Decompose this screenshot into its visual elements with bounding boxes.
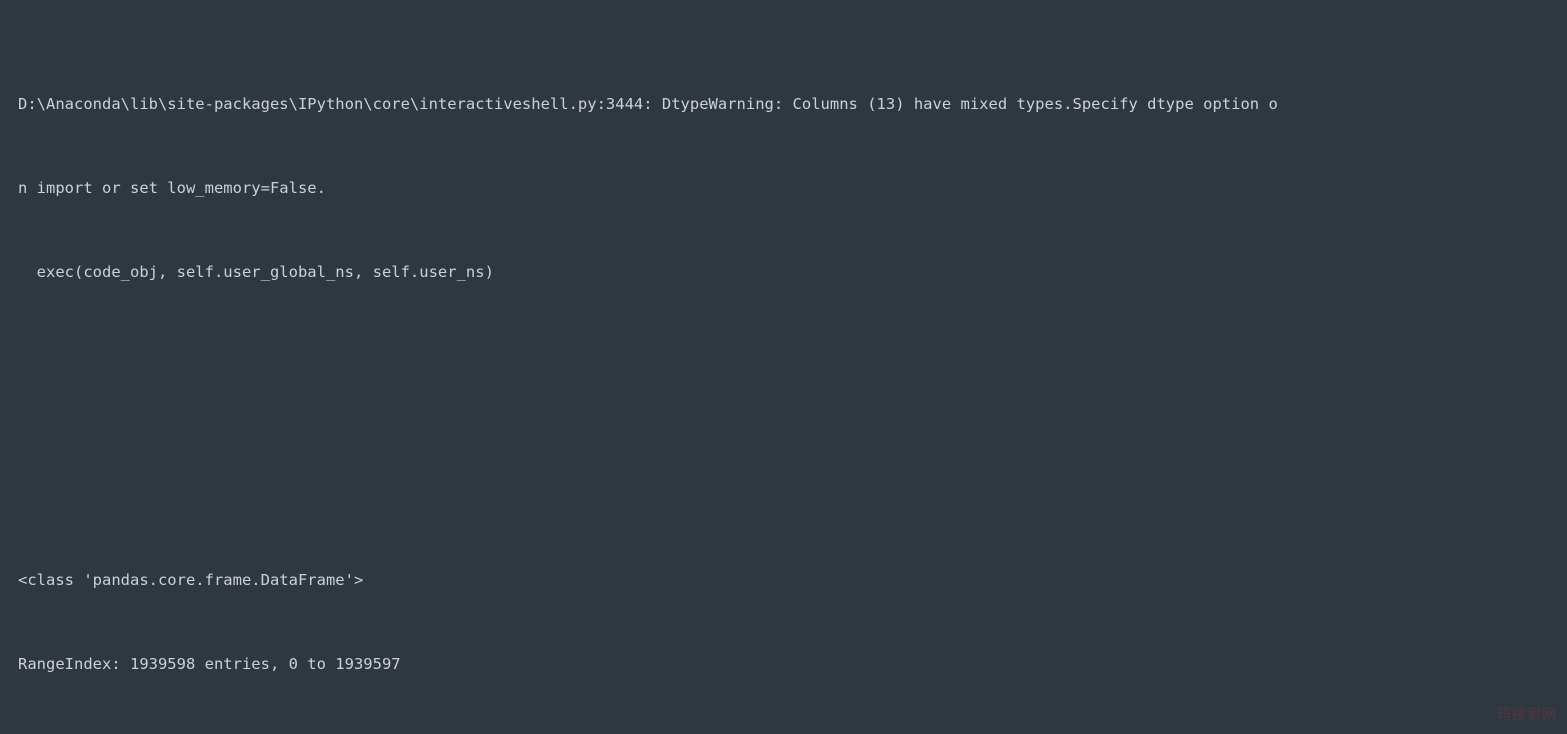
terminal-output: D:\Anaconda\lib\site-packages\IPython\co… — [0, 0, 1567, 734]
df-range-index: RangeIndex: 1939598 entries, 0 to 193959… — [18, 650, 1549, 678]
watermark-text: 码搜索网 — [1497, 700, 1557, 728]
blank-line — [18, 454, 1549, 482]
warning-line-3: exec(code_obj, self.user_global_ns, self… — [18, 258, 1549, 286]
warning-line-1: D:\Anaconda\lib\site-packages\IPython\co… — [18, 90, 1549, 118]
df-class-line: <class 'pandas.core.frame.DataFrame'> — [18, 566, 1549, 594]
warning-line-2: n import or set low_memory=False. — [18, 174, 1549, 202]
blank-line — [18, 370, 1549, 398]
